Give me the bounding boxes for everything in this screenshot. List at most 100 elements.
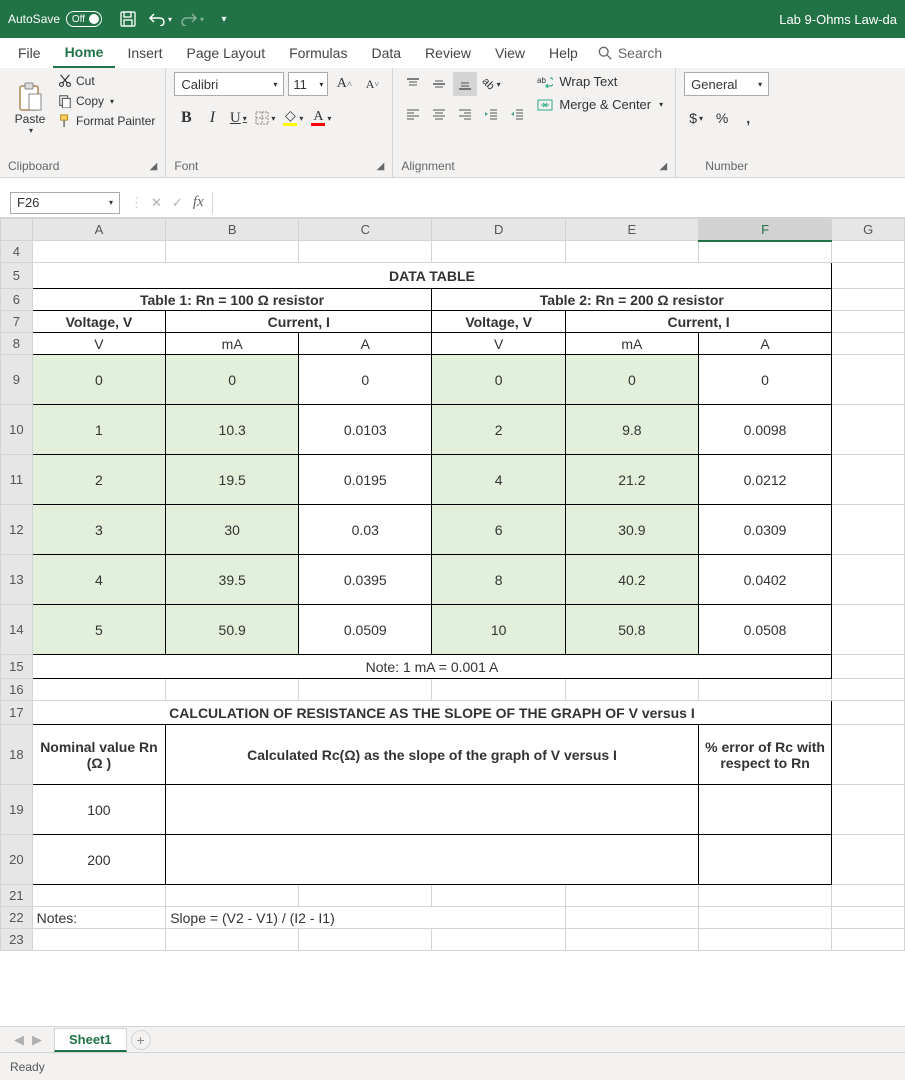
cell-E11[interactable]: 21.2 <box>565 455 698 505</box>
tab-view[interactable]: View <box>483 39 537 67</box>
cell-B8[interactable]: mA <box>166 333 299 355</box>
cell-A10[interactable]: 1 <box>32 405 166 455</box>
cell-C21[interactable] <box>299 885 432 907</box>
cell-E9[interactable]: 0 <box>565 355 698 405</box>
cell-D12[interactable]: 6 <box>432 505 565 555</box>
cell-A8[interactable]: V <box>32 333 166 355</box>
cell-F8[interactable]: A <box>698 333 831 355</box>
save-icon[interactable] <box>114 5 142 33</box>
cell-F11[interactable]: 0.0212 <box>698 455 831 505</box>
row-header-23[interactable]: 23 <box>1 929 33 951</box>
cell-G19[interactable] <box>832 785 905 835</box>
cut-button[interactable]: Cut <box>56 72 157 90</box>
row-header-21[interactable]: 21 <box>1 885 33 907</box>
align-top-button[interactable] <box>401 72 425 96</box>
spreadsheet-grid[interactable]: ABCDEFG45DATA TABLE6Table 1: Rn = 100 Ω … <box>0 218 905 951</box>
row-header-11[interactable]: 11 <box>1 455 33 505</box>
cell-G5[interactable] <box>832 263 905 289</box>
col-header-F[interactable]: F <box>698 219 831 241</box>
autosave-toggle[interactable]: AutoSave Off <box>8 11 102 27</box>
col-header-E[interactable]: E <box>565 219 698 241</box>
cell-A20[interactable]: 200 <box>32 835 166 885</box>
cell-F16[interactable] <box>698 679 831 701</box>
bold-button[interactable]: B <box>174 106 198 130</box>
cell-E23[interactable] <box>565 929 698 951</box>
cell-B23[interactable] <box>166 929 299 951</box>
cell-D16[interactable] <box>432 679 565 701</box>
cell-D9[interactable]: 0 <box>432 355 565 405</box>
cell-E16[interactable] <box>565 679 698 701</box>
align-right-button[interactable] <box>453 102 477 126</box>
cell-F20[interactable] <box>698 835 831 885</box>
increase-indent-button[interactable] <box>505 102 529 126</box>
enter-formula-icon[interactable]: ✓ <box>172 195 183 211</box>
col-header-A[interactable]: A <box>32 219 166 241</box>
cell-A7[interactable]: Voltage, V <box>32 311 166 333</box>
sheet-nav-prev[interactable]: ◀ <box>14 1032 24 1048</box>
paste-button[interactable]: Paste ▾ <box>8 72 52 144</box>
cell-A14[interactable]: 5 <box>32 605 166 655</box>
cell-G10[interactable] <box>832 405 905 455</box>
cell-E13[interactable]: 40.2 <box>565 555 698 605</box>
cell-A12[interactable]: 3 <box>32 505 166 555</box>
cell-E12[interactable]: 30.9 <box>565 505 698 555</box>
row-header-17[interactable]: 17 <box>1 701 33 725</box>
tab-formulas[interactable]: Formulas <box>277 39 359 67</box>
cell-C4[interactable] <box>299 241 432 263</box>
cell-G11[interactable] <box>832 455 905 505</box>
cell-C11[interactable]: 0.0195 <box>299 455 432 505</box>
align-center-button[interactable] <box>427 102 451 126</box>
decrease-font-button[interactable]: A˅ <box>360 72 384 96</box>
row-header-8[interactable]: 8 <box>1 333 33 355</box>
cell-E4[interactable] <box>565 241 698 263</box>
cell-C23[interactable] <box>299 929 432 951</box>
row-header-6[interactable]: 6 <box>1 289 33 311</box>
cell-F4[interactable] <box>698 241 831 263</box>
row-header-5[interactable]: 5 <box>1 263 33 289</box>
cell-D6[interactable]: Table 2: Rn = 200 Ω resistor <box>432 289 832 311</box>
cancel-formula-icon[interactable]: ✕ <box>151 195 162 211</box>
tab-page-layout[interactable]: Page Layout <box>174 39 277 67</box>
cell-G9[interactable] <box>832 355 905 405</box>
cell-D7[interactable]: Voltage, V <box>432 311 565 333</box>
cell-G4[interactable] <box>832 241 905 263</box>
row-header-22[interactable]: 22 <box>1 907 33 929</box>
cell-E22[interactable] <box>565 907 698 929</box>
cell-G13[interactable] <box>832 555 905 605</box>
row-header-7[interactable]: 7 <box>1 311 33 333</box>
cell-C9[interactable]: 0 <box>299 355 432 405</box>
cell-B4[interactable] <box>166 241 299 263</box>
cell-D14[interactable]: 10 <box>432 605 565 655</box>
cell-C14[interactable]: 0.0509 <box>299 605 432 655</box>
cell-F13[interactable]: 0.0402 <box>698 555 831 605</box>
col-header-G[interactable]: G <box>832 219 905 241</box>
cell-E10[interactable]: 9.8 <box>565 405 698 455</box>
cell-F22[interactable] <box>698 907 831 929</box>
sheet-nav-next[interactable]: ▶ <box>32 1032 42 1048</box>
cell-B20[interactable] <box>166 835 699 885</box>
cell-A18[interactable]: Nominal value Rn (Ω ) <box>32 725 166 785</box>
cell-D4[interactable] <box>432 241 565 263</box>
cell-D10[interactable]: 2 <box>432 405 565 455</box>
cell-G22[interactable] <box>832 907 905 929</box>
cell-B16[interactable] <box>166 679 299 701</box>
cell-G18[interactable] <box>832 725 905 785</box>
cell-B11[interactable]: 19.5 <box>166 455 299 505</box>
cell-D23[interactable] <box>432 929 565 951</box>
align-bottom-button[interactable] <box>453 72 477 96</box>
sheet-tab-sheet1[interactable]: Sheet1 <box>54 1028 127 1052</box>
cell-B7[interactable]: Current, I <box>166 311 432 333</box>
cell-F14[interactable]: 0.0508 <box>698 605 831 655</box>
cell-B14[interactable]: 50.9 <box>166 605 299 655</box>
col-header-C[interactable]: C <box>299 219 432 241</box>
add-sheet-button[interactable]: + <box>131 1030 151 1050</box>
row-header-9[interactable]: 9 <box>1 355 33 405</box>
tab-data[interactable]: Data <box>359 39 413 67</box>
underline-button[interactable]: U▾ <box>226 106 250 130</box>
cell-G15[interactable] <box>832 655 905 679</box>
cell-F12[interactable]: 0.0309 <box>698 505 831 555</box>
tab-help[interactable]: Help <box>537 39 590 67</box>
font-dialog-launcher[interactable]: ◢ <box>377 161 385 172</box>
cell-E14[interactable]: 50.8 <box>565 605 698 655</box>
cell-A5[interactable]: DATA TABLE <box>32 263 832 289</box>
